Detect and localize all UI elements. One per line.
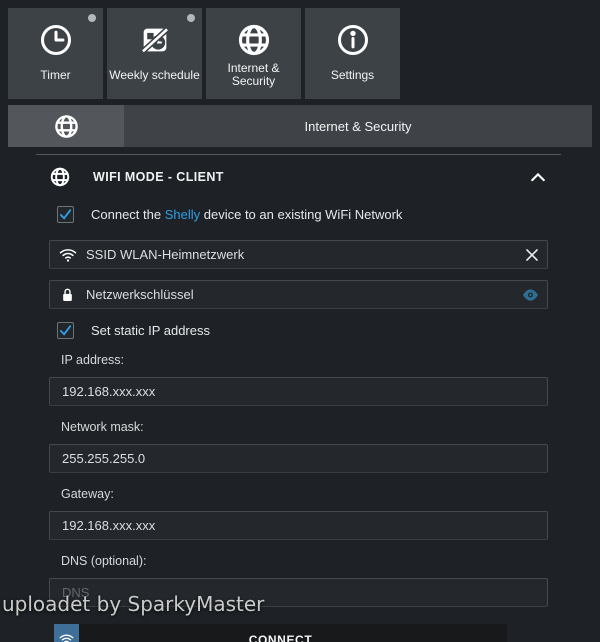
dns-label: DNS (optional): [61,554,548,568]
static-ip-label: Set static IP address [91,323,210,338]
tab-timer[interactable]: Timer [8,8,103,99]
ssid-input[interactable] [49,240,548,269]
clear-ssid-icon[interactable] [525,248,539,262]
gateway-input[interactable] [49,511,548,540]
ssid-field-row [49,240,548,269]
connect-button[interactable]: CONNECT [54,624,507,642]
ip-address-group: IP address: [49,353,548,406]
network-mask-input[interactable] [49,444,548,473]
network-mask-group: Network mask: [49,420,548,473]
connect-wifi-checkbox[interactable] [57,206,74,223]
gateway-group: Gateway: [49,487,548,540]
connect-wifi-label: Connect the Shelly device to an existing… [91,207,402,222]
globe-icon [53,113,80,140]
globe-icon [236,21,272,59]
dns-group: DNS (optional): [49,554,548,607]
show-password-eye-icon[interactable] [522,288,539,301]
page-header: Internet & Security [8,105,592,147]
page-title: Internet & Security [124,105,592,147]
password-field-row [49,280,548,309]
section-title: WIFI MODE - CLIENT [93,170,224,184]
network-mask-label: Network mask: [61,420,548,434]
weekly-schedule-off-icon [138,21,172,59]
tab-label: Internet & Security [206,59,301,99]
connect-button-label: CONNECT [54,624,507,642]
globe-icon [49,166,71,188]
tab-label: Weekly schedule [109,59,200,99]
tab-label: Settings [331,59,374,99]
tab-label: Timer [40,59,70,99]
tab-settings[interactable]: Settings [305,8,400,99]
connect-wifi-checkbox-row[interactable]: Connect the Shelly device to an existing… [57,206,548,223]
wifi-password-input[interactable] [49,280,548,309]
static-ip-checkbox-row[interactable]: Set static IP address [57,322,548,339]
info-icon [335,21,371,59]
chevron-up-icon[interactable] [530,171,546,183]
clock-icon [38,21,74,59]
notification-dot [187,14,195,22]
nav-back-globe-button[interactable] [8,105,124,147]
tab-weekly-schedule[interactable]: Weekly schedule [107,8,202,99]
lock-icon [61,287,74,303]
ip-address-label: IP address: [61,353,548,367]
gateway-label: Gateway: [61,487,548,501]
ip-address-input[interactable] [49,377,548,406]
wifi-icon [59,247,77,262]
dns-input[interactable] [49,578,548,607]
wifi-mode-client-section: WIFI MODE - CLIENT Connect the Shelly de… [36,154,561,642]
static-ip-checkbox[interactable] [57,322,74,339]
top-tab-bar: Timer Weekly schedule Internet & Securit… [0,0,600,99]
section-header[interactable]: WIFI MODE - CLIENT [49,158,548,196]
shelly-link[interactable]: Shelly [165,207,200,222]
notification-dot [88,14,96,22]
tab-internet-security[interactable]: Internet & Security [206,8,301,99]
